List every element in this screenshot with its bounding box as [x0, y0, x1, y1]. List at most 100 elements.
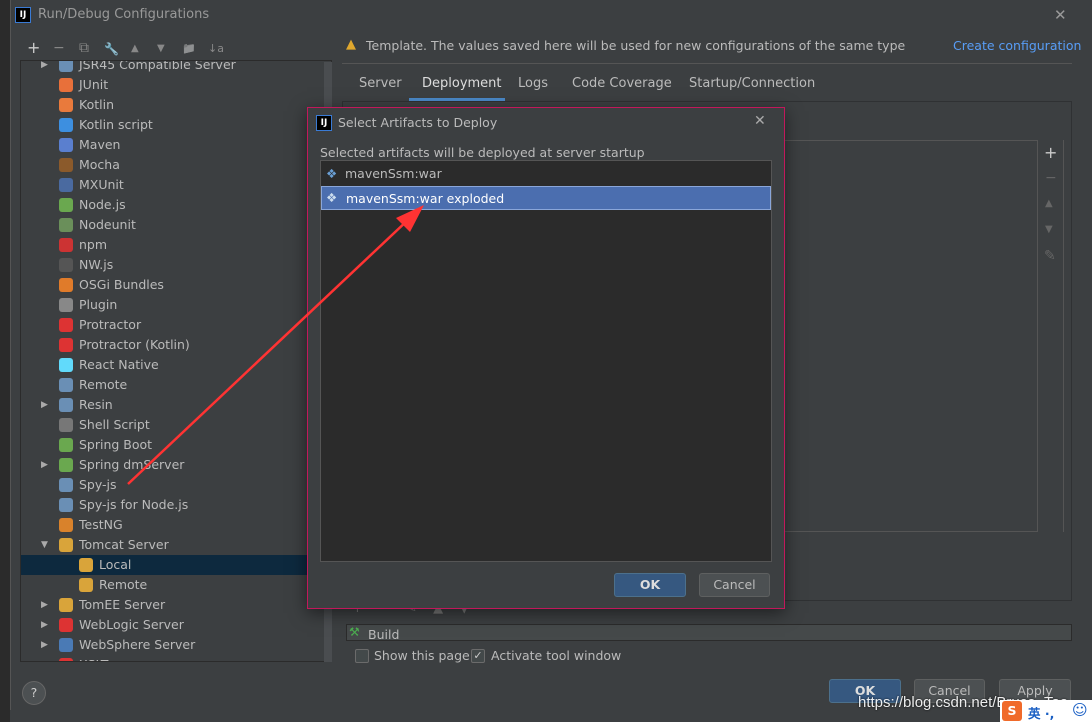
- tab-code-coverage[interactable]: Code Coverage: [572, 76, 672, 91]
- tree-item[interactable]: XSLT: [21, 655, 307, 661]
- tree-item[interactable]: ▶ JSR45 Compatible Server: [21, 61, 307, 75]
- window-title: Run/Debug Configurations: [38, 7, 210, 22]
- config-type-icon: [59, 538, 73, 552]
- move-up-artifact-button[interactable]: ▲: [1045, 198, 1053, 209]
- config-type-icon: [59, 238, 73, 252]
- tree-item[interactable]: ▶ TomEE Server: [21, 595, 307, 615]
- tree-item[interactable]: Kotlin: [21, 95, 307, 115]
- artifact-label: mavenSsm:war exploded: [346, 191, 505, 206]
- tab-logs[interactable]: Logs: [518, 76, 548, 91]
- wrench-icon[interactable]: 🔧: [104, 42, 119, 56]
- tree-item[interactable]: ▶ WebSphere Server: [21, 635, 307, 655]
- dialog-hint: Selected artifacts will be deployed at s…: [320, 145, 645, 160]
- tree-item[interactable]: Plugin: [21, 295, 307, 315]
- tree-item[interactable]: JUnit: [21, 75, 307, 95]
- copy-config-button[interactable]: ⧉: [79, 40, 89, 56]
- tree-item-label: Shell Script: [79, 417, 150, 432]
- move-up-button[interactable]: ▲: [131, 43, 139, 54]
- warning-icon: ▲: [346, 37, 356, 52]
- config-type-icon: [59, 618, 73, 632]
- config-type-icon: [59, 318, 73, 332]
- close-icon[interactable]: ✕: [1054, 6, 1067, 24]
- tree-item-label: Spring dmServer: [79, 457, 185, 472]
- tree-item-label: Mocha: [79, 157, 120, 172]
- tree-item[interactable]: Local: [21, 555, 307, 575]
- tree-item[interactable]: Protractor: [21, 315, 307, 335]
- tree-item[interactable]: Node.js: [21, 195, 307, 215]
- expand-arrow-icon[interactable]: ▶: [41, 595, 48, 615]
- tree-item-label: Plugin: [79, 297, 118, 312]
- expand-arrow-icon[interactable]: ▼: [41, 535, 48, 555]
- config-type-icon: [59, 338, 73, 352]
- tree-item-label: Kotlin script: [79, 117, 153, 132]
- tab-deployment[interactable]: Deployment: [422, 76, 502, 91]
- dialog-cancel-button[interactable]: Cancel: [699, 573, 770, 597]
- expand-arrow-icon[interactable]: ▶: [41, 615, 48, 635]
- expand-arrow-icon[interactable]: ▶: [41, 635, 48, 655]
- tree-item[interactable]: Maven: [21, 135, 307, 155]
- tab-startup-connection[interactable]: Startup/Connection: [689, 76, 815, 91]
- show-this-page-label: Show this page: [374, 648, 470, 663]
- remove-config-button[interactable]: −: [53, 40, 65, 56]
- help-button[interactable]: ?: [22, 681, 46, 705]
- tree-item[interactable]: Mocha: [21, 155, 307, 175]
- artifact-item[interactable]: ❖ mavenSsm:war: [321, 162, 771, 186]
- background-ide: [0, 0, 10, 722]
- activate-tool-window-checkbox[interactable]: ✓: [471, 649, 485, 663]
- tree-item[interactable]: Spring Boot: [21, 435, 307, 455]
- config-type-icon: [59, 178, 73, 192]
- edit-artifact-button[interactable]: ✎: [1044, 248, 1056, 264]
- tree-item[interactable]: ▶ Spring dmServer: [21, 455, 307, 475]
- config-type-icon: [59, 158, 73, 172]
- config-type-icon: [59, 138, 73, 152]
- tree-item[interactable]: Spy-js for Node.js: [21, 495, 307, 515]
- tree-item-label: WebSphere Server: [79, 637, 196, 652]
- expand-arrow-icon[interactable]: ▶: [41, 455, 48, 475]
- config-type-icon: [59, 398, 73, 412]
- dialog-ok-button[interactable]: OK: [614, 573, 686, 597]
- move-down-artifact-button[interactable]: ▼: [1045, 224, 1053, 235]
- create-configuration-link[interactable]: Create configuration: [953, 38, 1081, 53]
- artifact-label: mavenSsm:war: [345, 166, 442, 181]
- tree-item[interactable]: ▶ WebLogic Server: [21, 615, 307, 635]
- tree-item[interactable]: OSGi Bundles: [21, 275, 307, 295]
- dialog-close-icon[interactable]: ✕: [754, 113, 766, 129]
- add-config-button[interactable]: +: [27, 38, 40, 57]
- remove-artifact-button[interactable]: −: [1045, 170, 1057, 186]
- tree-item[interactable]: Shell Script: [21, 415, 307, 435]
- tree-item[interactable]: MXUnit: [21, 175, 307, 195]
- config-type-icon: [59, 598, 73, 612]
- tab-server[interactable]: Server: [359, 76, 402, 91]
- add-artifact-button[interactable]: +: [1044, 143, 1057, 162]
- tree-item[interactable]: ▼ Tomcat Server: [21, 535, 307, 555]
- ime-toolbar[interactable]: S 英 ·, ☺: [1000, 700, 1092, 722]
- tree-item[interactable]: TestNG: [21, 515, 307, 535]
- tree-item[interactable]: Nodeunit: [21, 215, 307, 235]
- tree-item[interactable]: React Native: [21, 355, 307, 375]
- config-type-icon: [59, 218, 73, 232]
- tree-item[interactable]: Remote: [21, 575, 307, 595]
- tree-item-label: Resin: [79, 397, 113, 412]
- tree-item[interactable]: ▶ Resin: [21, 395, 307, 415]
- expand-arrow-icon[interactable]: ▶: [41, 61, 48, 75]
- move-down-button[interactable]: ▼: [157, 43, 165, 54]
- tree-item[interactable]: Spy-js: [21, 475, 307, 495]
- tree-item[interactable]: npm: [21, 235, 307, 255]
- before-launch-list[interactable]: [346, 624, 1072, 641]
- artifact-item-selected[interactable]: ❖ mavenSsm:war exploded: [321, 186, 771, 210]
- config-type-icon: [59, 198, 73, 212]
- tree-item[interactable]: NW.js: [21, 255, 307, 275]
- tree-item-label: Remote: [99, 577, 148, 592]
- tree-item[interactable]: Remote: [21, 375, 307, 395]
- folder-icon[interactable]: 📁: [182, 42, 196, 55]
- config-type-icon: [79, 578, 93, 592]
- expand-arrow-icon[interactable]: ▶: [41, 395, 48, 415]
- show-this-page-checkbox[interactable]: [355, 649, 369, 663]
- tree-item[interactable]: Protractor (Kotlin): [21, 335, 307, 355]
- config-type-icon: [59, 478, 73, 492]
- config-tree: ▶ JSR45 Compatible Server JUnit Kotlin Kotli…: [20, 60, 332, 662]
- tree-item[interactable]: Kotlin script: [21, 115, 307, 135]
- config-type-icon: [59, 358, 73, 372]
- sort-button[interactable]: ↓a: [208, 42, 224, 55]
- tree-item-label: Protractor (Kotlin): [79, 337, 190, 352]
